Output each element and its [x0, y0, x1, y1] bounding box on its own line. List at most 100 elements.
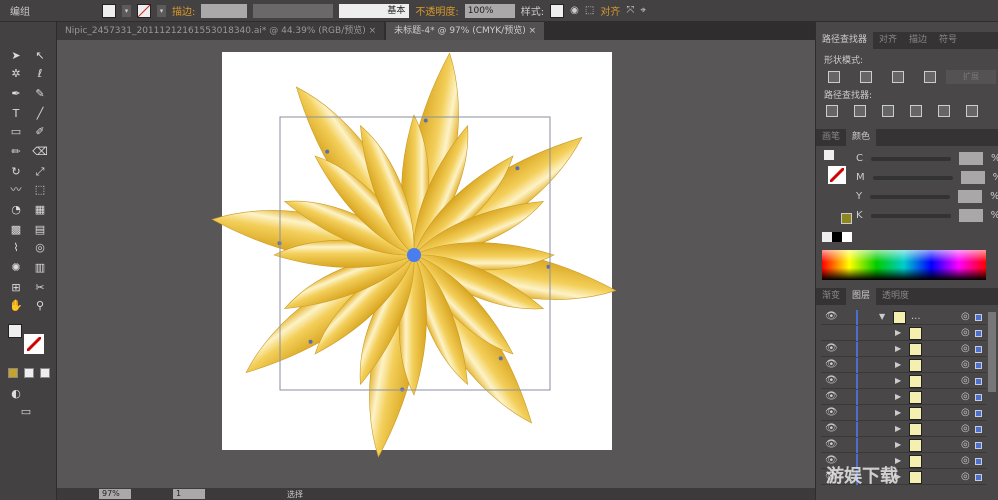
anchor-point[interactable] [400, 387, 405, 392]
default-colors-icon[interactable] [824, 150, 834, 160]
eye-icon[interactable]: 👁 [825, 343, 838, 354]
color-stroke-swatch[interactable] [828, 166, 846, 184]
minus-front-icon[interactable] [860, 71, 872, 83]
cyan-slider[interactable] [870, 156, 951, 161]
cyan-input[interactable] [958, 152, 983, 165]
tab-transparency[interactable]: 透明度 [876, 288, 915, 305]
expand-arrow-icon[interactable]: ▶ [895, 360, 901, 369]
trim-icon[interactable] [854, 105, 866, 117]
anchor-point[interactable] [308, 339, 313, 344]
target-icon[interactable]: ◎ [961, 423, 970, 434]
selection-indicator[interactable] [975, 362, 982, 369]
outline-icon[interactable] [938, 105, 950, 117]
target-icon[interactable]: ◎ [961, 343, 970, 354]
layer-row[interactable]: 👁 ▶ ◎ [821, 422, 986, 437]
selection-indicator[interactable] [975, 410, 982, 417]
layer-row[interactable]: 👁 ▶ ◎ [821, 390, 986, 405]
eye-icon[interactable]: 👁 [825, 407, 838, 418]
target-icon[interactable]: ◎ [961, 439, 970, 450]
layer-thumbnail [893, 311, 906, 324]
selection-indicator[interactable] [975, 378, 982, 385]
target-icon[interactable]: ◎ [961, 471, 970, 482]
expand-arrow-icon[interactable]: ▶ [895, 424, 901, 433]
target-icon[interactable]: ◎ [961, 455, 970, 466]
eye-icon[interactable]: 👁 [825, 391, 838, 402]
tab-symbols[interactable]: 符号 [933, 32, 963, 49]
color-spectrum[interactable] [822, 250, 986, 280]
target-icon[interactable]: ◎ [961, 327, 970, 338]
anchor-point[interactable] [423, 118, 428, 123]
expand-arrow-icon[interactable]: ▶ [895, 376, 901, 385]
selection-indicator[interactable] [975, 458, 982, 465]
layer-thumbnail [909, 391, 922, 404]
target-icon[interactable]: ◎ [961, 375, 970, 386]
anchor-point[interactable] [498, 356, 503, 361]
eye-icon[interactable]: 👁 [825, 311, 838, 322]
layer-row[interactable]: ▶ ◎ [821, 326, 986, 341]
black-slider[interactable] [870, 213, 951, 218]
layer-color-bar [856, 406, 858, 421]
layer-row[interactable]: 👁 ▶ ◎ [821, 406, 986, 421]
page-input[interactable]: 1 [173, 489, 205, 499]
selection-indicator[interactable] [975, 474, 982, 481]
eye-icon[interactable]: 👁 [825, 423, 838, 434]
pathfinder-tabs: 路径查找器 对齐 描边 符号 [816, 32, 998, 49]
eye-icon[interactable]: 👁 [825, 439, 838, 450]
selection-indicator[interactable] [975, 330, 982, 337]
divide-icon[interactable] [826, 105, 838, 117]
eye-icon[interactable]: 👁 [825, 375, 838, 386]
anchor-point[interactable] [325, 149, 330, 154]
tab-brushes[interactable]: 画笔 [816, 129, 846, 146]
magenta-input[interactable] [960, 171, 985, 184]
crop-icon[interactable] [910, 105, 922, 117]
tab-stroke[interactable]: 描边 [903, 32, 933, 49]
selection-indicator[interactable] [975, 346, 982, 353]
collapse-arrow-icon[interactable]: ▼ [879, 312, 885, 321]
layer-row[interactable]: 👁 ▶ ◎ [821, 358, 986, 373]
status-bar: 97% 1 选择 [57, 488, 815, 500]
tab-gradient[interactable]: 渐变 [816, 288, 846, 305]
center-anchor-point[interactable] [407, 248, 421, 262]
expand-button[interactable]: 扩展 [946, 70, 996, 84]
yellow-input[interactable] [958, 190, 983, 203]
tab-pathfinder[interactable]: 路径查找器 [816, 32, 874, 49]
selection-indicator[interactable] [975, 426, 982, 433]
target-icon[interactable]: ◎ [961, 359, 970, 370]
layer-color-bar [856, 310, 858, 325]
magenta-slider[interactable] [872, 175, 953, 180]
target-icon[interactable]: ◎ [961, 407, 970, 418]
zoom-input[interactable]: 97% [99, 489, 131, 499]
layer-thumbnail [909, 423, 922, 436]
layers-scrollbar[interactable] [988, 312, 996, 392]
expand-arrow-icon[interactable]: ▶ [895, 328, 901, 337]
selection-indicator[interactable] [975, 394, 982, 401]
out-of-gamut-swatch[interactable] [841, 213, 852, 224]
minus-back-icon[interactable] [966, 105, 978, 117]
expand-arrow-icon[interactable]: ▶ [895, 408, 901, 417]
magenta-label: M [856, 172, 865, 183]
merge-icon[interactable] [882, 105, 894, 117]
expand-arrow-icon[interactable]: ▶ [895, 344, 901, 353]
exclude-icon[interactable] [924, 71, 936, 83]
yellow-slider[interactable] [870, 194, 951, 199]
unite-icon[interactable] [828, 71, 840, 83]
tab-align[interactable]: 对齐 [873, 32, 903, 49]
expand-arrow-icon[interactable]: ▶ [895, 440, 901, 449]
expand-arrow-icon[interactable]: ▶ [895, 392, 901, 401]
tab-color[interactable]: 颜色 [846, 129, 877, 146]
target-icon[interactable]: ◎ [961, 311, 970, 322]
layer-row[interactable]: 👁 ▶ ◎ [821, 342, 986, 357]
tab-layers[interactable]: 图层 [846, 288, 877, 305]
eye-icon[interactable]: 👁 [825, 359, 838, 370]
anchor-point[interactable] [515, 166, 520, 171]
right-panels: 路径查找器 对齐 描边 符号 形状模式: 扩展 路径查找器: 画笔 颜色 C% … [815, 22, 998, 500]
target-icon[interactable]: ◎ [961, 391, 970, 402]
none-black-white-swatches[interactable] [822, 232, 852, 242]
selection-indicator[interactable] [975, 442, 982, 449]
black-input[interactable] [958, 209, 983, 222]
intersect-icon[interactable] [892, 71, 904, 83]
layer-row[interactable]: 👁 ▼... ◎ [821, 310, 986, 325]
layer-row[interactable]: 👁 ▶ ◎ [821, 374, 986, 389]
layer-row[interactable]: 👁 ▶ ◎ [821, 438, 986, 453]
selection-indicator[interactable] [975, 314, 982, 321]
